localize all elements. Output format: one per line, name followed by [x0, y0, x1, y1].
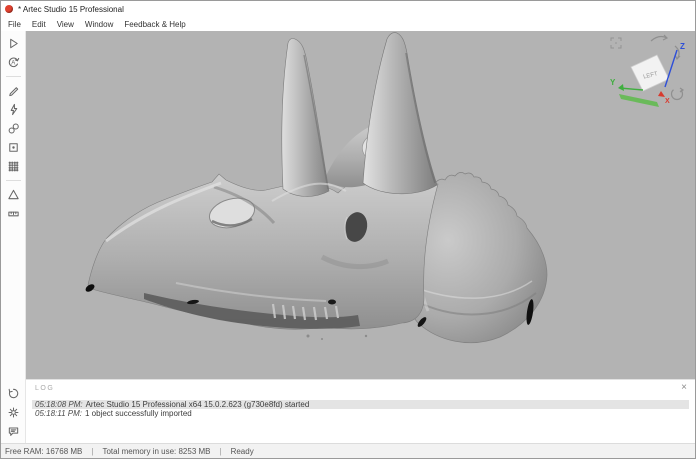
mesh-button[interactable] — [3, 157, 23, 176]
scan-play-icon — [7, 37, 20, 50]
log-entry[interactable]: 05:18:08 PM:Artec Studio 15 Professional… — [32, 400, 689, 409]
app-icon — [5, 5, 13, 13]
menu-item-view[interactable]: View — [57, 20, 74, 29]
axis-z-line — [665, 50, 677, 87]
axis-y-label: Y — [610, 78, 616, 87]
log-entry-message: Artec Studio 15 Professional x64 15.0.2.… — [86, 400, 310, 409]
editor-button[interactable] — [3, 81, 23, 100]
menu-item-window[interactable]: Window — [85, 20, 113, 29]
scan-debris — [307, 335, 310, 338]
menu-bar: File Edit View Window Feedback & Help — [1, 17, 695, 31]
skull-right-horn — [363, 33, 437, 194]
scan-button[interactable] — [3, 34, 23, 53]
align-button[interactable] — [3, 119, 23, 138]
status-bar: Free RAM: 16768 MB | Total memory in use… — [1, 443, 695, 458]
toolbar-separator — [6, 180, 21, 181]
artec-studio-window: * Artec Studio 15 Professional File Edit… — [0, 0, 696, 459]
menu-item-edit[interactable]: Edit — [32, 20, 46, 29]
side-toolbar: A — [1, 31, 26, 443]
log-entry-time: 05:18:08 PM: — [35, 400, 83, 409]
spin-view-icon[interactable] — [672, 88, 684, 100]
chat-bubble-icon — [7, 425, 20, 438]
history-button[interactable] — [3, 384, 23, 403]
svg-text:A: A — [11, 61, 15, 67]
settings-button[interactable] — [3, 403, 23, 422]
rotate-view-icon[interactable] — [651, 35, 667, 41]
navigation-cube[interactable]: LEFT Z Y X — [607, 33, 691, 113]
title-bar[interactable]: * Artec Studio 15 Professional — [1, 1, 695, 17]
axis-y-arrow — [618, 84, 624, 91]
jaw-hole — [328, 300, 336, 305]
construct-button[interactable] — [3, 185, 23, 204]
log-entry-message: 1 object successfully imported — [85, 409, 192, 418]
measure-button[interactable] — [3, 204, 23, 223]
dotted-grid-icon — [7, 160, 20, 173]
log-panel: LOG × 05:18:08 PM:Artec Studio 15 Profes… — [26, 379, 695, 443]
scan-debris — [365, 335, 367, 337]
triangle-icon — [7, 188, 20, 201]
log-panel-title: LOG — [35, 385, 54, 392]
status-separator: | — [220, 447, 222, 456]
align-circles-icon — [7, 122, 20, 135]
axis-z-label: Z — [680, 42, 685, 51]
status-memory-in-use: Total memory in use: 8253 MB — [102, 447, 210, 456]
autopilot-icon: A — [7, 56, 20, 69]
texture-icon — [7, 141, 20, 154]
tools-button[interactable] — [3, 100, 23, 119]
axis-x-arrow — [658, 91, 665, 97]
fit-view-icon[interactable] — [611, 38, 621, 48]
toolbar-separator — [6, 76, 21, 77]
menu-item-feedback-help[interactable]: Feedback & Help — [124, 20, 185, 29]
status-separator: | — [91, 447, 93, 456]
feedback-button[interactable] — [3, 422, 23, 441]
texture-button[interactable] — [3, 138, 23, 157]
viewport-3d[interactable]: LEFT Z Y X — [26, 31, 695, 379]
status-free-ram: Free RAM: 16768 MB — [5, 447, 82, 456]
autopilot-button[interactable]: A — [3, 53, 23, 72]
model-triceratops-skull[interactable] — [26, 31, 695, 379]
log-entries: 05:18:08 PM:Artec Studio 15 Professional… — [32, 400, 689, 418]
log-close-button[interactable]: × — [681, 383, 687, 393]
skull-body — [88, 174, 438, 329]
cube-base-edge — [619, 94, 659, 107]
ruler-icon — [7, 207, 20, 220]
window-title: * Artec Studio 15 Professional — [18, 5, 124, 14]
menu-item-file[interactable]: File — [8, 20, 21, 29]
status-ready: Ready — [231, 447, 254, 456]
gear-icon — [7, 406, 20, 419]
scan-debris — [321, 338, 323, 340]
log-entry[interactable]: 05:18:11 PM:1 object successfully import… — [32, 409, 689, 418]
axis-x-label: X — [665, 98, 670, 105]
log-entry-time: 05:18:11 PM: — [35, 409, 82, 418]
lightning-icon — [7, 103, 20, 116]
pencil-icon — [7, 84, 20, 97]
history-icon — [7, 387, 20, 400]
